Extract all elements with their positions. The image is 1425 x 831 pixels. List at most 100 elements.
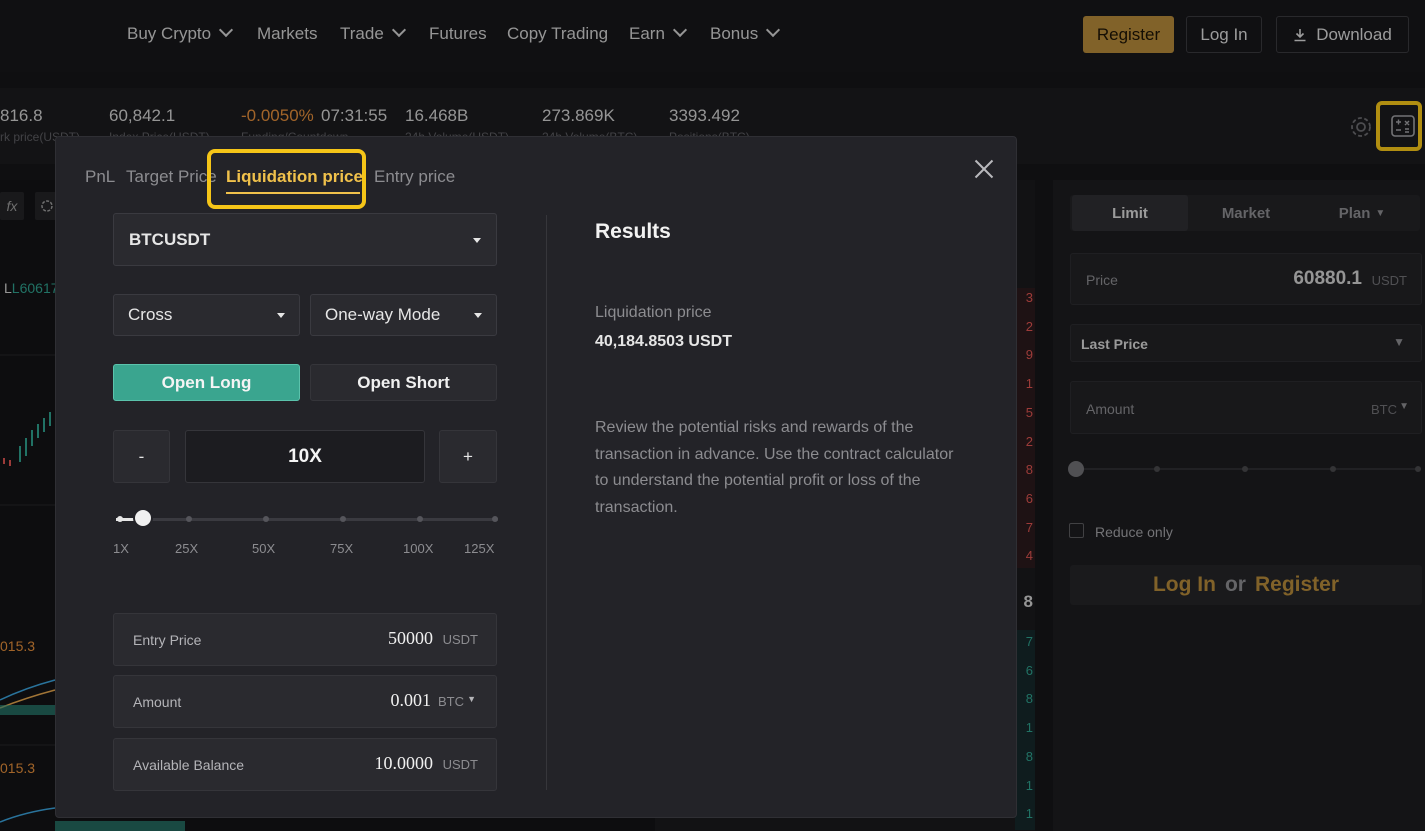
available-balance-label: Available Balance — [133, 757, 245, 773]
price-unit: USDT — [1371, 273, 1407, 288]
amount-field[interactable]: Amount 0.001 BTC ▼ — [113, 675, 497, 728]
amount-unit[interactable]: BTC — [438, 694, 464, 709]
ask-price: 6 — [1025, 491, 1033, 506]
bid-price: 6 — [1025, 663, 1033, 678]
funding-rate: -0.0050% — [241, 106, 314, 125]
form-register-link[interactable]: Register — [1255, 573, 1339, 597]
leverage-input[interactable]: 10X — [185, 430, 425, 483]
amount-slider-track[interactable] — [1076, 466, 1421, 472]
available-balance-unit: USDT — [442, 757, 478, 772]
register-button[interactable]: Register — [1083, 16, 1174, 53]
slider-mark — [417, 516, 423, 522]
nav-earn[interactable]: Earn — [629, 22, 687, 44]
reduce-only-checkbox[interactable] — [1069, 523, 1084, 538]
chevron-down-icon — [391, 22, 406, 38]
gear-icon[interactable] — [1348, 114, 1374, 140]
nav-buy-crypto[interactable]: Buy Crypto — [127, 22, 234, 44]
slider-mark — [186, 516, 192, 522]
symbol-select[interactable]: BTCUSDT — [113, 213, 497, 266]
price-label: Price — [1086, 272, 1118, 288]
tab-market[interactable]: Market — [1188, 195, 1304, 231]
or-text: or — [1224, 573, 1246, 596]
nav-copy-trading[interactable]: Copy Trading — [507, 24, 608, 44]
tab-pnl[interactable]: PnL — [85, 167, 115, 187]
ask-price: 5 — [1025, 405, 1033, 420]
nav-bonus[interactable]: Bonus — [710, 22, 781, 44]
volume-usdt: 16.468B — [405, 106, 469, 125]
amount-input[interactable]: Amount BTC ▼ — [1070, 381, 1422, 434]
tab-plan[interactable]: Plan ▼ — [1304, 195, 1420, 231]
caret-down-icon: ▼ — [467, 694, 476, 704]
top-navigation: Buy Crypto Markets Trade Futures Copy Tr… — [0, 0, 1425, 72]
download-icon — [1294, 28, 1306, 41]
ask-price: 1 — [1025, 376, 1033, 391]
slider-mark — [263, 516, 269, 522]
caret-down-icon — [474, 313, 482, 318]
margin-mode-value: Cross — [128, 305, 173, 324]
last-price: 8 — [1023, 592, 1033, 611]
chevron-down-icon — [672, 22, 687, 38]
nav-label: Bonus — [710, 24, 759, 43]
entry-price-field[interactable]: Entry Price 50000 USDT — [113, 613, 497, 666]
ask-price: 7 — [1025, 520, 1033, 535]
position-mode-select[interactable]: One-way Mode — [310, 294, 497, 336]
download-label: Download — [1316, 24, 1392, 44]
nav-label: Copy Trading — [507, 24, 609, 43]
tab-target-price[interactable]: Target Price — [126, 167, 217, 187]
nav-label: Markets — [257, 24, 318, 43]
tab-entry-price[interactable]: Entry price — [374, 167, 455, 187]
result-value: 40,184.8503 USDT — [595, 333, 732, 350]
nav-futures[interactable]: Futures — [429, 24, 487, 44]
leverage-slider-handle[interactable] — [134, 510, 151, 526]
margin-mode-select[interactable]: Cross — [113, 294, 300, 336]
slider-mark — [340, 516, 346, 522]
leverage-increase-button[interactable]: + — [439, 430, 497, 483]
caret-down-icon — [277, 313, 285, 318]
nav-label: Buy Crypto — [127, 24, 212, 43]
amount-value: 0.001 — [390, 690, 432, 710]
amount-slider-handle[interactable] — [1068, 461, 1084, 477]
mark-price: 816.8 — [0, 106, 43, 125]
tab-plan-label: Plan — [1338, 204, 1371, 222]
nav-trade[interactable]: Trade — [340, 22, 406, 44]
login-button[interactable]: Log In — [1186, 16, 1262, 53]
leverage-slider-track[interactable] — [116, 516, 498, 522]
slider-mark — [492, 516, 498, 522]
form-login-link[interactable]: Log In — [1153, 573, 1216, 597]
available-balance-field[interactable]: Available Balance 10.0000 USDT — [113, 738, 497, 791]
result-description: Review the potential risks and rewards o… — [595, 419, 954, 516]
slider-mark — [1242, 466, 1248, 472]
nav-label: Earn — [629, 24, 665, 43]
ask-price: 9 — [1025, 347, 1033, 362]
amount-label: Amount — [1086, 401, 1135, 417]
trigger-price-select[interactable]: Last Price ▼ — [1070, 324, 1422, 362]
open-short-button[interactable]: Open Short — [310, 364, 497, 401]
slider-mark — [1415, 466, 1421, 472]
price-input[interactable]: Price 60880.1 USDT — [1070, 253, 1422, 305]
bid-price: 8 — [1025, 749, 1033, 764]
chart-price-label: LL60617 — [4, 280, 59, 296]
ask-price: 8 — [1025, 462, 1033, 477]
nav-markets[interactable]: Markets — [257, 24, 317, 44]
amount-label: Amount — [133, 694, 182, 710]
caret-down-icon: ▼ — [1399, 401, 1409, 412]
leverage-mark-label: 100X — [403, 541, 434, 556]
bid-price: 1 — [1025, 720, 1033, 735]
entry-price-value: 50000 — [388, 628, 433, 648]
leverage-mark-label: 1X — [113, 541, 129, 556]
slider-mark — [1154, 466, 1160, 472]
ask-price: 4 — [1025, 548, 1033, 563]
leverage-decrease-button[interactable]: - — [113, 430, 170, 483]
calculator-highlight — [1376, 101, 1422, 151]
position-mode-value: One-way Mode — [325, 305, 441, 324]
close-icon[interactable] — [974, 159, 994, 179]
tab-limit[interactable]: Limit — [1072, 195, 1188, 231]
entry-price-unit: USDT — [442, 632, 478, 647]
download-button[interactable]: Download — [1276, 16, 1409, 53]
leverage-mark-label: 75X — [330, 541, 354, 556]
contract-calculator-modal: PnL Target Price Liquidation price Entry… — [55, 136, 1017, 818]
leverage-mark-label: 50X — [252, 541, 276, 556]
open-long-button[interactable]: Open Long — [113, 364, 300, 401]
result-label: Liquidation price — [595, 304, 712, 321]
symbol-value: BTCUSDT — [129, 229, 211, 249]
